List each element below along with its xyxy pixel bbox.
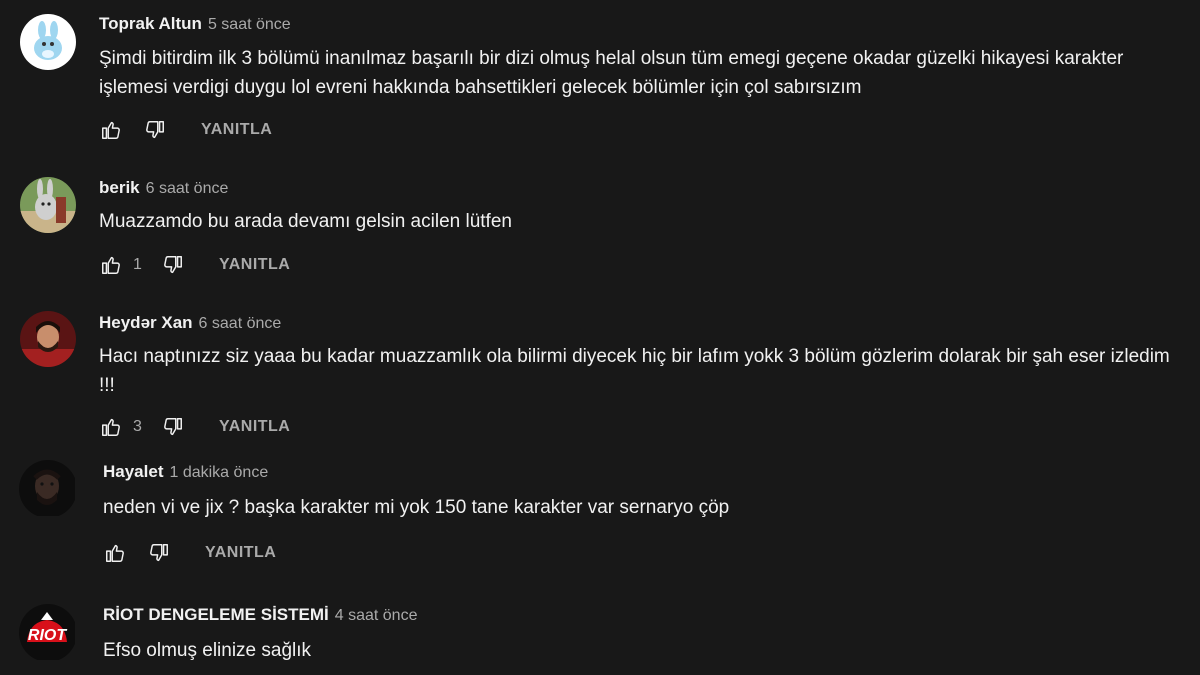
comment-header: RİOT DENGELEME SİSTEMİ 4 saat önce bbox=[103, 605, 417, 627]
author-name[interactable]: Toprak Altun bbox=[99, 14, 202, 34]
like-count: 3 bbox=[133, 418, 142, 435]
comment-timestamp[interactable]: 4 saat önce bbox=[335, 607, 418, 625]
svg-text:RIOT: RIOT bbox=[28, 627, 67, 644]
thumbs-down-outline-icon bbox=[146, 121, 164, 139]
thumbs-down-outline-icon bbox=[164, 256, 182, 274]
thumbs-up-outline-icon bbox=[102, 418, 120, 436]
like-button[interactable] bbox=[103, 541, 127, 565]
dislike-button[interactable] bbox=[161, 415, 185, 439]
thumbs-down-outline-icon bbox=[150, 544, 168, 562]
comment-timestamp[interactable]: 1 dakika önce bbox=[169, 464, 268, 482]
avatar-image bbox=[20, 311, 76, 367]
comment-timestamp[interactable]: 6 saat önce bbox=[199, 315, 282, 333]
comment-actions: 3 YANITLA bbox=[99, 415, 290, 439]
thumbs-up-outline-icon bbox=[102, 121, 120, 139]
comment-timestamp[interactable]: 5 saat önce bbox=[208, 16, 291, 34]
reply-button[interactable]: YANITLA bbox=[201, 121, 272, 139]
comment-header: Hayalet 1 dakika önce bbox=[103, 462, 268, 484]
reply-button[interactable]: YANITLA bbox=[219, 256, 290, 274]
avatar[interactable]: RIOT bbox=[19, 604, 77, 662]
comment-timestamp[interactable]: 6 saat önce bbox=[146, 180, 229, 198]
avatar-image bbox=[20, 177, 76, 233]
thumbs-up-outline-icon bbox=[102, 256, 120, 274]
comment-actions: 1 YANITLA bbox=[99, 253, 290, 277]
like-count: 1 bbox=[133, 256, 142, 273]
dislike-button[interactable] bbox=[143, 118, 167, 142]
thumbs-up-outline-icon bbox=[106, 544, 124, 562]
avatar[interactable] bbox=[20, 311, 76, 367]
comment-text: Muazzamdo bu arada devamı gelsin acilen … bbox=[99, 211, 512, 232]
avatar[interactable] bbox=[20, 14, 76, 70]
author-name[interactable]: Heydər Xan bbox=[99, 313, 193, 333]
author-name[interactable]: RİOT DENGELEME SİSTEMİ bbox=[103, 605, 329, 625]
comment-header: berik 6 saat önce bbox=[99, 178, 228, 200]
comment-text: Efso olmuş elinize sağlık bbox=[103, 640, 312, 661]
riot-logo-avatar: RIOT bbox=[19, 604, 75, 660]
dislike-button[interactable] bbox=[147, 541, 171, 565]
comment-actions: YANITLA bbox=[103, 541, 276, 565]
like-button[interactable] bbox=[99, 415, 123, 439]
author-name[interactable]: Hayalet bbox=[103, 462, 163, 482]
reply-button[interactable]: YANITLA bbox=[219, 418, 290, 436]
comment-header: Toprak Altun 5 saat önce bbox=[99, 14, 291, 36]
avatar-image bbox=[20, 14, 76, 70]
like-button[interactable] bbox=[99, 253, 123, 277]
like-button[interactable] bbox=[99, 118, 123, 142]
comment-header: Heydər Xan 6 saat önce bbox=[99, 313, 281, 335]
comment-text: Hacı naptınızz siz yaaa bu kadar muazzam… bbox=[99, 346, 1170, 396]
dislike-button[interactable] bbox=[161, 253, 185, 277]
author-name[interactable]: berik bbox=[99, 178, 140, 198]
reply-button[interactable]: YANITLA bbox=[205, 544, 276, 562]
comment-text: neden vi ve jix ? başka karakter mi yok … bbox=[103, 497, 730, 518]
comment-actions: YANITLA bbox=[99, 118, 272, 142]
avatar[interactable] bbox=[19, 460, 77, 518]
avatar-image bbox=[19, 460, 75, 516]
avatar[interactable] bbox=[20, 177, 76, 233]
comment-text: Şimdi bitirdim ilk 3 bölümü inanılmaz ba… bbox=[99, 48, 1124, 98]
thumbs-down-outline-icon bbox=[164, 418, 182, 436]
